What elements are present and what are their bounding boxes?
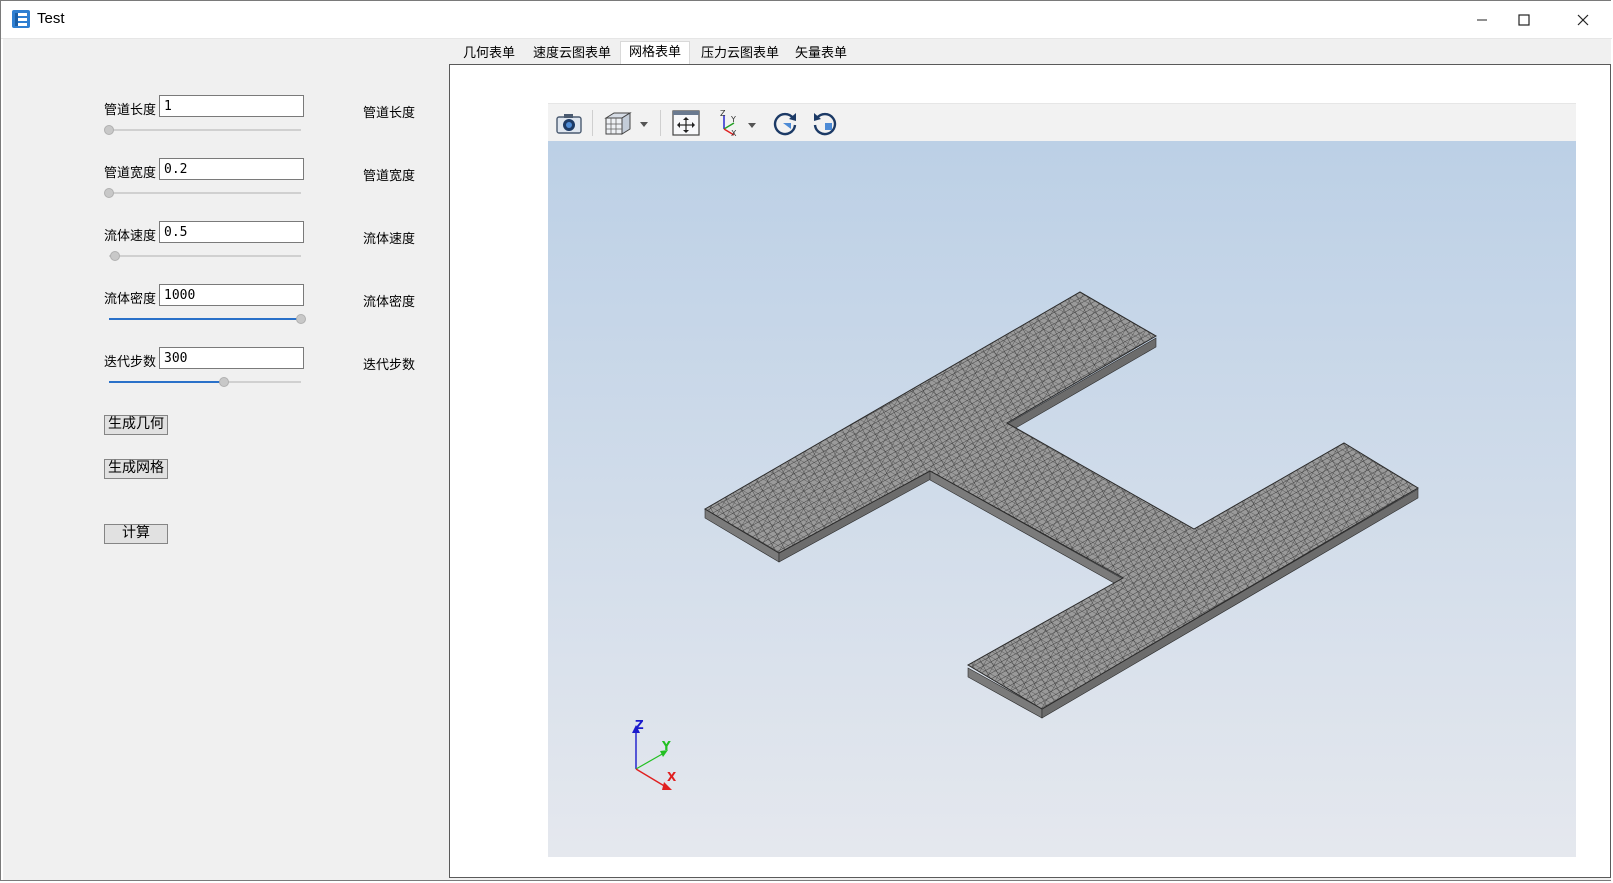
pipe-width-label: 管道宽度 xyxy=(104,166,157,181)
slider-thumb[interactable] xyxy=(109,251,120,261)
tab-pressure-contour[interactable]: 压力云图表单 xyxy=(701,43,779,64)
pipe-width-input[interactable]: 0.2 xyxy=(159,158,304,180)
iteration-steps-right-label: 迭代步数 xyxy=(363,358,416,373)
svg-text:X: X xyxy=(731,129,737,137)
fluid-velocity-right-label: 流体速度 xyxy=(363,232,416,247)
close-button[interactable] xyxy=(1554,1,1612,38)
slider-thumb[interactable] xyxy=(296,314,306,324)
svg-text:Y: Y xyxy=(730,115,736,124)
3d-viewport[interactable]: Z Y X xyxy=(548,141,1576,857)
slider-fill xyxy=(109,318,301,320)
fluid-velocity-label: 流体速度 xyxy=(104,229,157,244)
axis-x-label: X xyxy=(667,770,677,784)
axes-icon: Z Y X xyxy=(720,109,756,137)
fluid-density-right-label: 流体密度 xyxy=(363,295,416,310)
maximize-button[interactable] xyxy=(1495,1,1553,38)
toolbar-separator xyxy=(592,110,593,136)
pipe-length-label: 管道长度 xyxy=(104,103,157,118)
mesh-render: Z Y X xyxy=(632,291,1419,790)
mesh-model xyxy=(704,291,1419,719)
tab-mesh[interactable]: 网格表单 xyxy=(620,41,690,66)
axis-z-label: Z xyxy=(635,718,644,732)
pipe-width-right-label: 管道宽度 xyxy=(363,169,416,184)
axes-toggle-button[interactable]: Z Y X xyxy=(714,108,758,138)
camera-icon xyxy=(556,114,582,134)
iteration-steps-label: 迭代步数 xyxy=(104,355,157,370)
tab-vector[interactable]: 矢量表单 xyxy=(795,43,847,64)
app-window: Test 管道长度 1 管道长度 管道宽度 0.2 管道宽度 流体速度 0.5 … xyxy=(0,0,1612,881)
tab-velocity-contour[interactable]: 速度云图表单 xyxy=(533,43,611,64)
viewer-toolbar: Z Y X xyxy=(548,103,1576,143)
title-bar: Test xyxy=(1,1,1612,39)
slider-thumb[interactable] xyxy=(219,377,230,387)
fluid-density-label: 流体密度 xyxy=(104,292,157,307)
rotate-clockwise-button[interactable] xyxy=(768,108,802,138)
axis-y-label: Y xyxy=(661,739,671,753)
pipe-width-slider[interactable] xyxy=(104,187,303,199)
fluid-velocity-slider[interactable] xyxy=(107,250,303,262)
fit-view-icon xyxy=(672,110,700,136)
app-icon xyxy=(12,10,30,28)
pipe-length-slider[interactable] xyxy=(104,124,303,136)
fit-view-button[interactable] xyxy=(668,108,704,138)
maximize-icon xyxy=(1518,13,1530,26)
slider-track xyxy=(109,255,301,257)
rotate-counterclockwise-button[interactable] xyxy=(808,108,842,138)
orientation-axes: Z Y X xyxy=(632,718,677,790)
mesh-tab-panel: Z Y X Z Y X xyxy=(449,64,1611,878)
slider-thumb[interactable] xyxy=(104,125,114,135)
parameter-panel: 管道长度 1 管道长度 管道宽度 0.2 管道宽度 流体速度 0.5 流体速度 xyxy=(3,39,451,880)
slider-track xyxy=(109,129,301,131)
iteration-steps-input[interactable]: 300 xyxy=(159,347,304,369)
svg-text:Z: Z xyxy=(720,109,726,118)
main-area: 管道长度 1 管道长度 管道宽度 0.2 管道宽度 流体速度 0.5 流体速度 xyxy=(3,39,1611,880)
slider-thumb[interactable] xyxy=(104,188,114,198)
generate-geometry-button[interactable]: 生成几何 xyxy=(104,415,168,435)
slider-track xyxy=(109,192,301,194)
screenshot-button[interactable] xyxy=(552,108,586,138)
fluid-density-slider[interactable] xyxy=(107,313,306,325)
fluid-velocity-input[interactable]: 0.5 xyxy=(159,221,304,243)
cube-view-icon xyxy=(604,112,648,135)
rotate-cw-icon xyxy=(773,112,797,136)
toolbar-separator xyxy=(660,110,661,136)
pipe-length-input[interactable]: 1 xyxy=(159,95,304,117)
generate-mesh-button[interactable]: 生成网格 xyxy=(104,459,168,479)
close-icon xyxy=(1577,14,1589,25)
minimize-icon xyxy=(1477,19,1487,20)
slider-fill xyxy=(109,381,225,383)
rotate-ccw-icon xyxy=(813,112,837,136)
fluid-density-input[interactable]: 1000 xyxy=(159,284,304,306)
view-direction-button[interactable] xyxy=(600,108,652,138)
window-title: Test xyxy=(37,10,65,27)
compute-button[interactable]: 计算 xyxy=(104,524,168,544)
pipe-length-right-label: 管道长度 xyxy=(363,106,416,121)
iteration-steps-slider[interactable] xyxy=(107,376,303,388)
tab-geometry[interactable]: 几何表单 xyxy=(463,43,515,64)
